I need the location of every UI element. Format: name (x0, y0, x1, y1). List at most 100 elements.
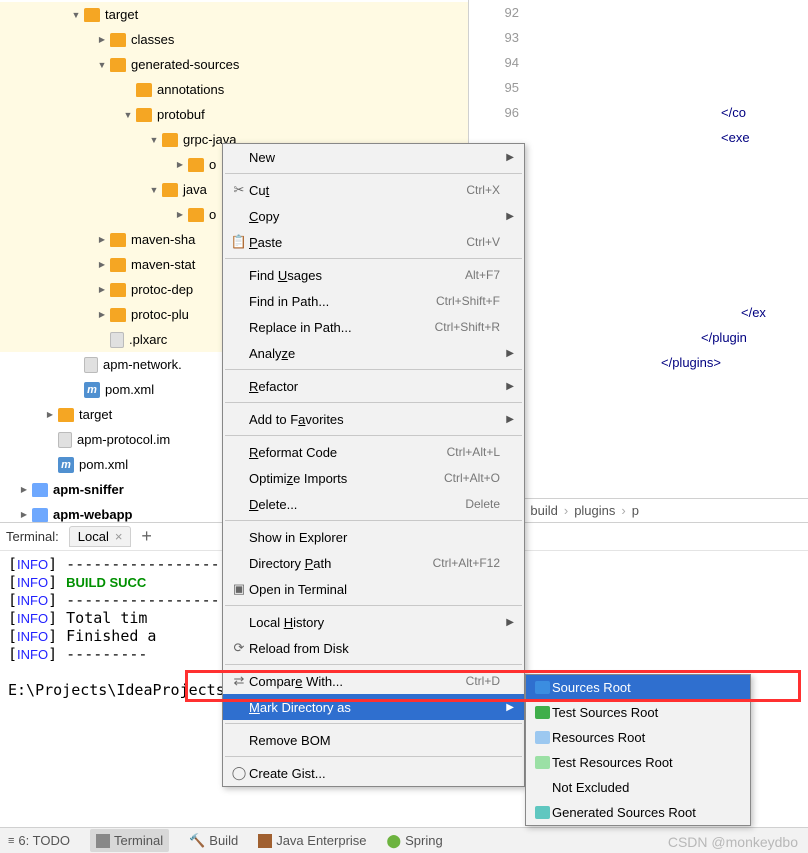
terminal-add-tab[interactable]: + (141, 526, 152, 547)
close-icon[interactable]: × (115, 529, 123, 544)
folder-icon (110, 58, 126, 72)
file-icon (110, 332, 124, 348)
breadcrumb-item[interactable]: p (632, 503, 639, 518)
chevron-icon[interactable] (70, 10, 82, 20)
sb-todo-label: 6: TODO (18, 833, 70, 848)
tree-label: apm-protocol.im (77, 432, 170, 447)
submenu-item[interactable]: Generated Sources Root (526, 800, 750, 825)
menu-item[interactable]: Show in Explorer (223, 524, 524, 550)
menu-item[interactable]: Add to Favorites▶ (223, 406, 524, 432)
menu-item[interactable]: ⟳Reload from Disk (223, 635, 524, 661)
chevron-icon[interactable] (18, 485, 30, 494)
menu-item[interactable]: Find in Path...Ctrl+Shift+F (223, 288, 524, 314)
menu-label: Open in Terminal (249, 582, 500, 597)
menu-item[interactable]: Delete...Delete (223, 491, 524, 517)
menu-separator (225, 605, 522, 606)
folder-icon (32, 483, 48, 497)
menu-item[interactable]: Replace in Path...Ctrl+Shift+R (223, 314, 524, 340)
chevron-right-icon: ▶ (500, 211, 514, 222)
menu-item[interactable]: Remove BOM (223, 727, 524, 753)
menu-item[interactable]: Copy▶ (223, 203, 524, 229)
term-icon: ▣ (229, 581, 249, 597)
menu-item[interactable]: ◯Create Gist... (223, 760, 524, 786)
editor-code[interactable]: </co <exe </ex </plugin </plugins> (541, 0, 808, 375)
chevron-right-icon: ▶ (500, 381, 514, 392)
menu-label: Cut (249, 183, 466, 198)
menu-item[interactable]: Directory PathCtrl+Alt+F12 (223, 550, 524, 576)
tree-row[interactable]: target (0, 2, 468, 27)
folder-icon (532, 706, 552, 719)
menu-item[interactable]: Analyze▶ (223, 340, 524, 366)
menu-label: Find in Path... (249, 294, 436, 309)
menu-item[interactable]: ▣Open in Terminal (223, 576, 524, 602)
chevron-icon[interactable] (148, 185, 160, 195)
submenu-label: Sources Root (552, 680, 631, 695)
submenu-item[interactable]: Test Sources Root (526, 700, 750, 725)
breadcrumb-item[interactable]: plugins (574, 503, 615, 518)
menu-item[interactable]: New▶ (223, 144, 524, 170)
menu-item[interactable]: ⇄Compare With...Ctrl+D (223, 668, 524, 694)
tree-label: apm-webapp (53, 507, 132, 522)
menu-item[interactable]: Optimize ImportsCtrl+Alt+O (223, 465, 524, 491)
context-menu[interactable]: New▶ ✂CutCtrl+XCopy▶📋PasteCtrl+V Find Usag… (222, 143, 525, 787)
menu-label: Replace in Path... (249, 320, 435, 335)
sb-todo[interactable]: ≡6: TODO (8, 833, 70, 848)
gutter-number: 95 (469, 75, 519, 100)
tree-label: .plxarc (129, 332, 167, 347)
mark-directory-submenu[interactable]: Sources Root Test Sources RootResources R… (525, 674, 751, 826)
chevron-icon[interactable] (96, 260, 108, 269)
breadcrumb-item[interactable]: build (530, 503, 557, 518)
code-token: </plugins> (661, 355, 721, 370)
chevron-icon[interactable] (18, 510, 30, 519)
tree-row[interactable]: annotations (0, 77, 468, 102)
tree-label: java (183, 182, 207, 197)
menu-label: Find Usages (249, 268, 465, 283)
menu-item[interactable]: Refactor▶ (223, 373, 524, 399)
menu-item[interactable]: Local History▶ (223, 609, 524, 635)
menu-item[interactable]: Mark Directory as▶ (223, 694, 524, 720)
sb-terminal[interactable]: Terminal (90, 829, 169, 852)
menu-label: Refactor (249, 379, 500, 394)
file-icon (84, 357, 98, 373)
sb-build[interactable]: 🔨Build (189, 833, 238, 849)
submenu-item[interactable]: Sources Root (526, 675, 750, 700)
chevron-icon[interactable] (96, 235, 108, 244)
chevron-icon[interactable] (96, 60, 108, 70)
chevron-icon[interactable] (174, 210, 186, 219)
folder-icon (32, 508, 48, 522)
submenu-item[interactable]: Test Resources Root (526, 750, 750, 775)
tree-row[interactable]: protobuf (0, 102, 468, 127)
cut-icon: ✂ (229, 182, 249, 198)
menu-separator (225, 520, 522, 521)
submenu-item[interactable]: Not Excluded (526, 775, 750, 800)
terminal-tab-local[interactable]: Local × (69, 526, 132, 547)
submenu-item[interactable]: Resources Root (526, 725, 750, 750)
file-icon (58, 432, 72, 448)
chevron-icon[interactable] (96, 310, 108, 319)
chevron-icon[interactable] (96, 35, 108, 44)
reload-icon: ⟳ (229, 640, 249, 656)
menu-separator (225, 402, 522, 403)
gutter-number: 94 (469, 50, 519, 75)
sb-spring[interactable]: ⬤Spring (387, 833, 443, 849)
chevron-right-icon: ▶ (500, 152, 514, 163)
code-token: </co (721, 105, 746, 120)
chevron-icon[interactable] (174, 160, 186, 169)
menu-item[interactable]: Find UsagesAlt+F7 (223, 262, 524, 288)
tree-row[interactable]: classes (0, 27, 468, 52)
menu-shortcut: Ctrl+V (466, 235, 500, 249)
tree-row[interactable]: generated-sources (0, 52, 468, 77)
tree-label: apm-network. (103, 357, 182, 372)
menu-item[interactable]: Reformat CodeCtrl+Alt+L (223, 439, 524, 465)
chevron-icon[interactable] (44, 410, 56, 419)
folder-icon (188, 158, 204, 172)
chevron-icon[interactable] (122, 110, 134, 120)
chevron-right-icon: ▶ (500, 702, 514, 713)
chevron-icon[interactable] (148, 135, 160, 145)
menu-item[interactable]: ✂CutCtrl+X (223, 177, 524, 203)
sb-java[interactable]: Java Enterprise (258, 833, 366, 848)
folder-icon (532, 806, 552, 819)
menu-item[interactable]: 📋PasteCtrl+V (223, 229, 524, 255)
folder-icon (136, 83, 152, 97)
chevron-icon[interactable] (96, 285, 108, 294)
